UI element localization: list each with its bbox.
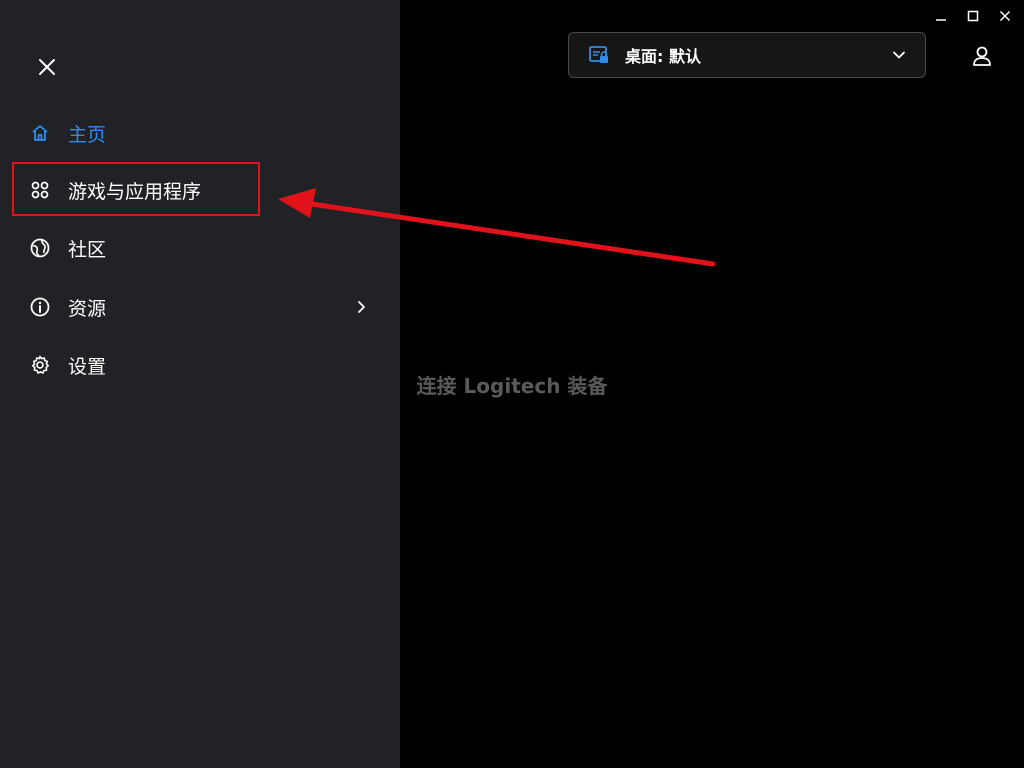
sidebar-item-resources[interactable]: 资源	[28, 292, 368, 322]
close-icon	[999, 10, 1011, 22]
maximize-icon	[967, 10, 979, 22]
info-icon	[28, 295, 52, 319]
minimize-icon	[936, 19, 946, 21]
sidebar-item-games-apps[interactable]: 游戏与应用程序	[28, 175, 201, 205]
sidebar-close-button[interactable]	[32, 52, 62, 82]
chevron-right-icon	[354, 300, 368, 314]
window-close-button[interactable]	[994, 6, 1016, 26]
desktop-profile-icon	[587, 43, 611, 67]
gear-icon	[28, 353, 52, 377]
sidebar-item-label: 主页	[68, 123, 107, 146]
minimize-button[interactable]	[930, 6, 952, 26]
profile-label: 桌面: 默认	[625, 47, 701, 66]
user-account-button[interactable]	[970, 44, 994, 68]
profile-selector[interactable]: 桌面: 默认	[568, 32, 926, 78]
community-globe-icon	[28, 236, 52, 260]
apps-grid-icon	[28, 178, 52, 202]
sidebar-item-label: 社区	[68, 238, 107, 261]
sidebar: 主页 游戏与应用程序 社区 资源 设置	[0, 0, 400, 768]
chevron-down-icon	[891, 47, 907, 63]
sidebar-item-label: 游戏与应用程序	[68, 180, 202, 203]
sidebar-item-community[interactable]: 社区	[28, 233, 106, 263]
close-x-icon	[39, 59, 55, 75]
sidebar-item-home[interactable]: 主页	[28, 118, 106, 148]
connect-device-message: 连接 Logitech 装备	[416, 374, 608, 398]
home-icon	[28, 121, 52, 145]
user-icon	[973, 46, 991, 66]
sidebar-item-label: 设置	[68, 355, 107, 378]
app-window: 主页 游戏与应用程序 社区 资源 设置 桌面: 默认 连接 Logitech 装…	[0, 0, 1024, 768]
sidebar-item-settings[interactable]: 设置	[28, 350, 106, 380]
window-controls	[930, 6, 1016, 26]
sidebar-item-label: 资源	[68, 297, 107, 320]
maximize-button[interactable]	[962, 6, 984, 26]
